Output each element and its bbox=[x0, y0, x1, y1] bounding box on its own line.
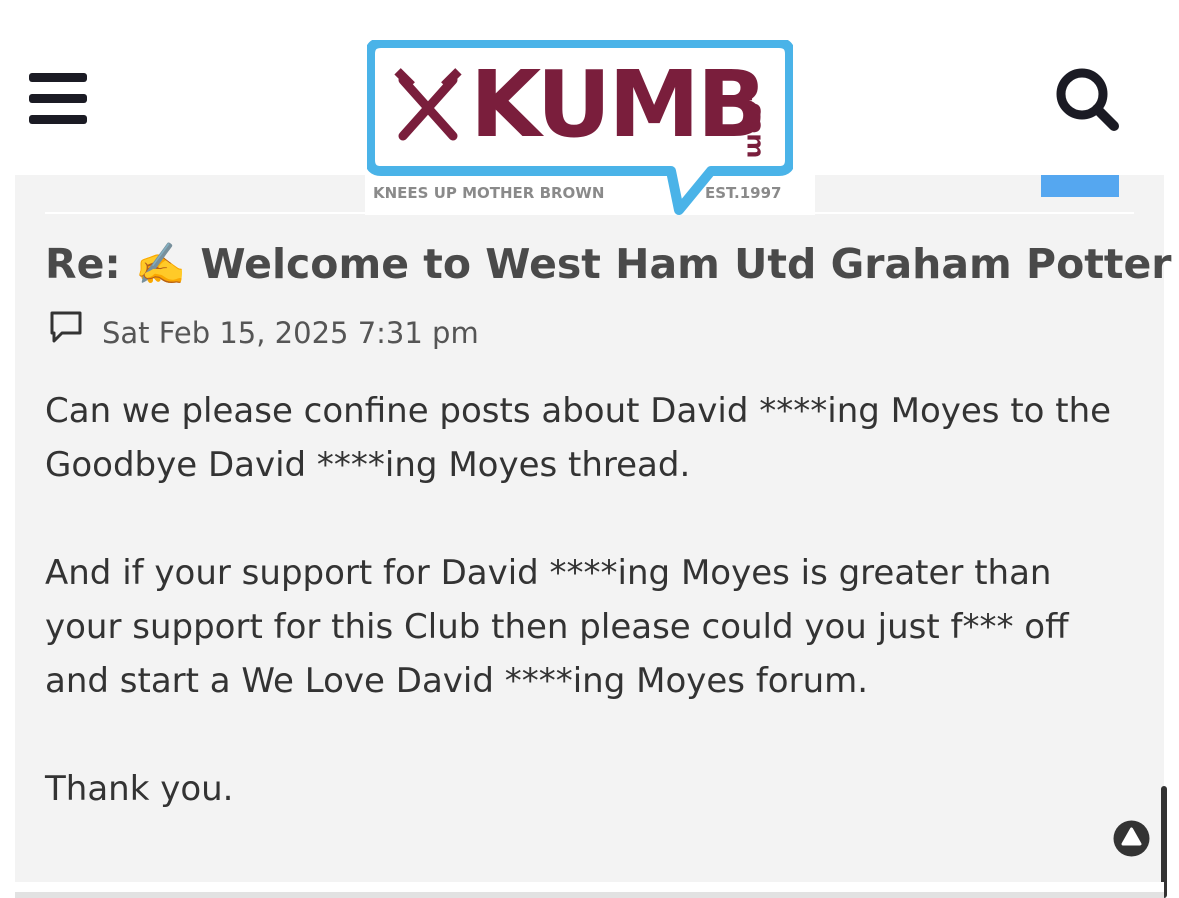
post-paragraph: Thank you. bbox=[45, 769, 234, 809]
logo-domain-suffix: .com bbox=[741, 93, 770, 159]
speech-bubble-icon[interactable] bbox=[48, 309, 84, 345]
post-paragraph: And if your support for David ****ing Mo… bbox=[45, 553, 1069, 701]
logo-tagline: KNEES UP MOTHER BROWN bbox=[373, 184, 605, 202]
post-date: Sat Feb 15, 2025 7:31 pm bbox=[102, 316, 479, 350]
next-post-edge bbox=[15, 892, 1164, 898]
logo-wordmark: KUMB bbox=[470, 51, 767, 158]
search-icon[interactable] bbox=[1054, 66, 1120, 132]
menu-bar bbox=[29, 73, 87, 82]
post-title[interactable]: Re: ✍️ Welcome to West Ham Utd Graham Po… bbox=[45, 237, 1171, 291]
arrow-up-circle-icon[interactable] bbox=[1113, 820, 1150, 857]
menu-bar bbox=[29, 115, 87, 124]
post-action-tab[interactable] bbox=[1041, 175, 1119, 197]
logo-established: EST.1997 bbox=[705, 184, 782, 202]
post-content: Can we please confine posts about David … bbox=[45, 384, 1135, 870]
page: KUMB .com KNEES UP MOTHER BROWN EST.1997… bbox=[0, 0, 1179, 898]
post-paragraph: Can we please confine posts about David … bbox=[45, 391, 1112, 485]
hamburger-menu-icon[interactable] bbox=[29, 73, 87, 125]
site-logo[interactable]: KUMB .com KNEES UP MOTHER BROWN EST.1997 bbox=[365, 38, 815, 215]
menu-bar bbox=[29, 94, 87, 103]
